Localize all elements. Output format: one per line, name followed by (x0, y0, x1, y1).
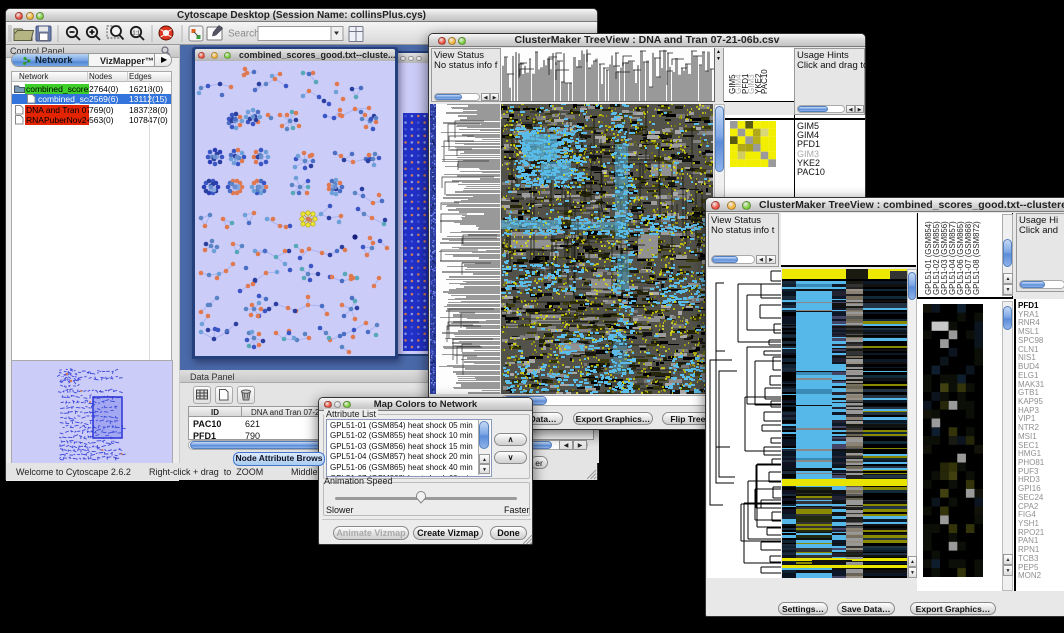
svg-text:Search:: Search: (228, 29, 262, 40)
svg-text:1:1: 1:1 (133, 31, 141, 37)
